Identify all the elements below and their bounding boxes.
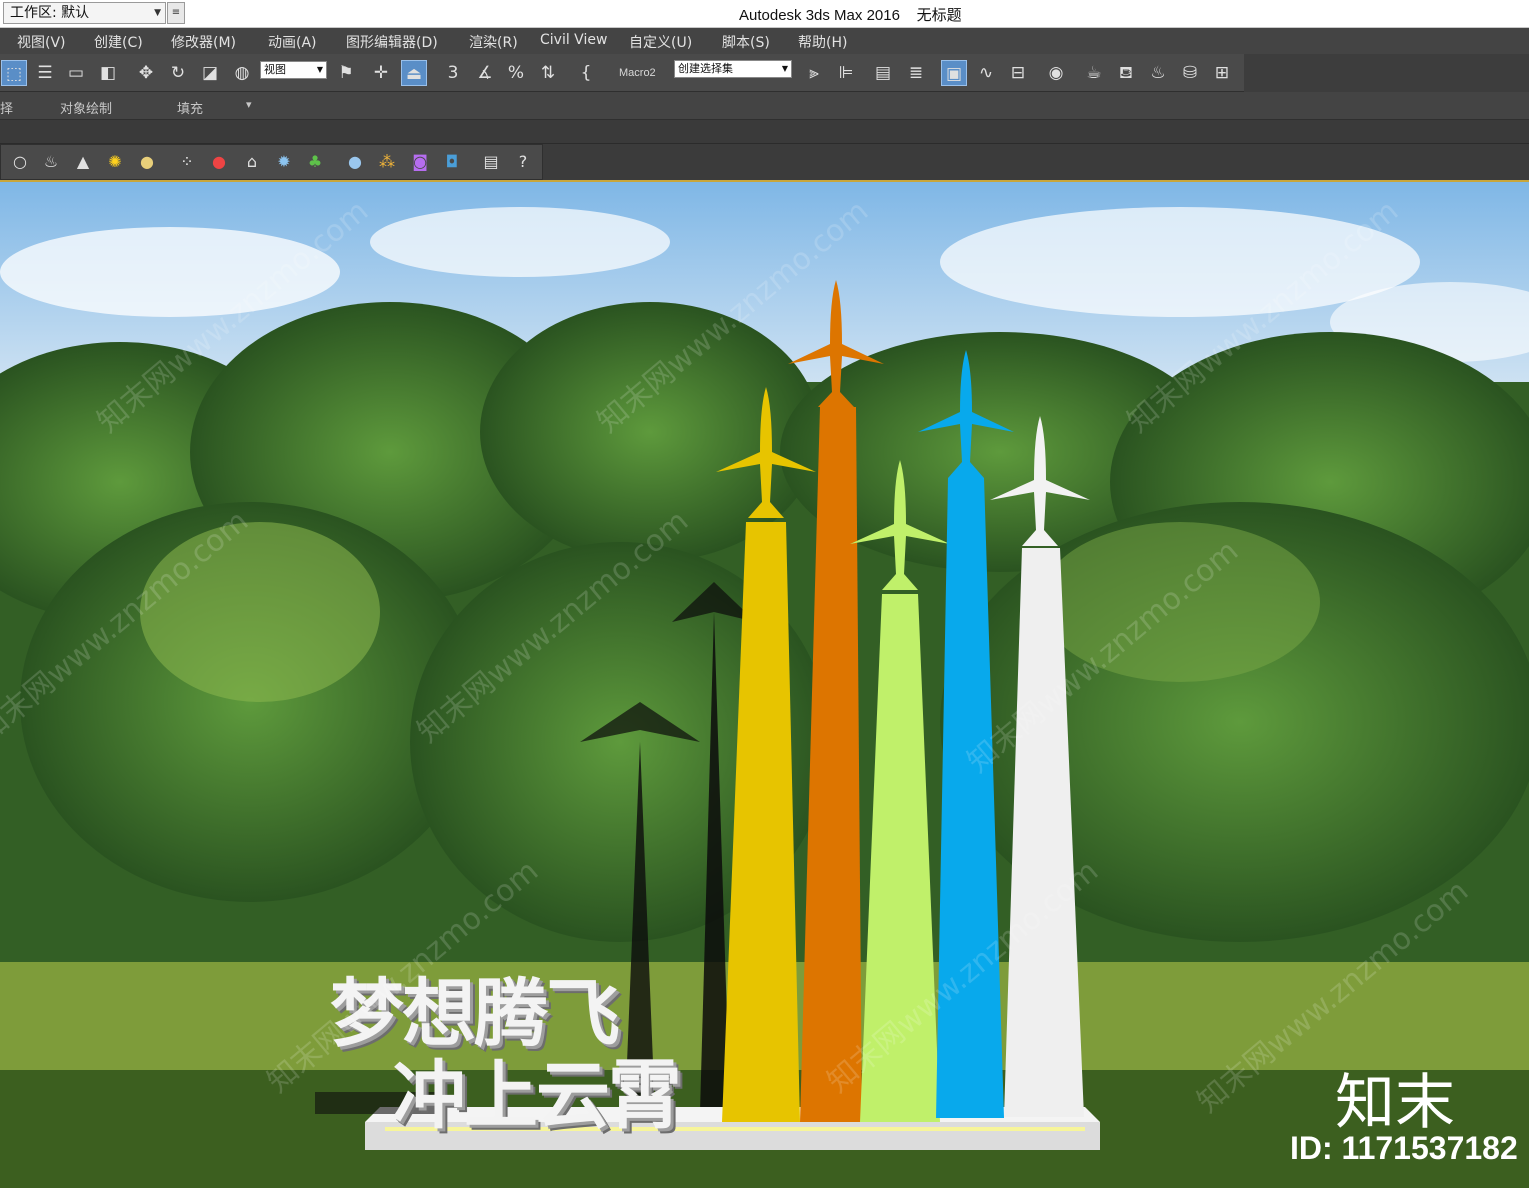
snaps-toggle-icon[interactable]: 3	[440, 60, 466, 86]
ribbon-tab-populate[interactable]: 填充	[177, 98, 203, 117]
render-settings-icon[interactable]: ◙	[408, 150, 432, 174]
menu-modifiers[interactable]: 修改器(M)	[171, 32, 236, 52]
percent-snap-label: %	[507, 63, 525, 83]
named-selection-set-select[interactable]: 创建选择集 ▼	[674, 60, 792, 78]
viewport[interactable]: 梦想腾飞 冲上云霄 知末网www.znzmo.com 知末网www.znzmo.…	[0, 180, 1529, 1188]
secondary-toolbar: ○ ♨ ▲ ✺ ● ⁘ ● ⌂ ✹ ♣ ● ⁂ ◙ ◘ ▤ ?	[0, 144, 543, 180]
particle-system-icon[interactable]: ⁘	[175, 150, 199, 174]
image-id-label: ID: 1171537182	[1290, 1130, 1518, 1166]
chevron-down-icon: ▼	[781, 64, 788, 73]
render-iterative-icon[interactable]: ⛁	[1177, 60, 1203, 86]
menu-bar: 视图(V) 创建(C) 修改器(M) 动画(A) 图形编辑器(D) 渲染(R) …	[0, 28, 1529, 54]
main-toolbar: ⬚ ☰ ▭ ◧ ✥ ↻ ◪ ◍ 视图 ▼ ⚑ ✛ ⏏ 3 ∡ % ⇅ { Mac…	[0, 54, 1244, 92]
window-crossing-icon[interactable]: ◧	[95, 60, 121, 86]
slogan-line-2: 冲上云霄	[392, 1053, 682, 1139]
ribbon: 择 对象绘制 填充 ▾	[0, 92, 1529, 120]
sky-light-icon[interactable]: ●	[135, 150, 159, 174]
reference-coordinate-value: 视图	[264, 63, 286, 76]
menu-view[interactable]: 视图(V)	[17, 32, 66, 52]
gear-icon[interactable]: ✹	[272, 150, 296, 174]
menu-animation[interactable]: 动画(A)	[268, 32, 317, 52]
menu-graph-editors[interactable]: 图形编辑器(D)	[346, 32, 438, 52]
workspace-label: 工作区: 默认	[10, 5, 90, 21]
rotate-icon[interactable]: ↻	[165, 60, 191, 86]
named-selection-set-value: 创建选择集	[678, 62, 733, 75]
grass-icon[interactable]: ♣	[303, 150, 327, 174]
cloud	[370, 207, 670, 277]
cone-icon[interactable]: ▲	[71, 150, 95, 174]
scene-explorer-icon[interactable]: ▤	[870, 60, 896, 86]
material-sphere-icon[interactable]: ●	[343, 150, 367, 174]
menu-customize[interactable]: 自定义(U)	[629, 32, 692, 52]
menu-create[interactable]: 创建(C)	[94, 32, 143, 52]
render-setup-icon[interactable]: ☕	[1081, 60, 1107, 86]
sun-light-icon[interactable]: ✺	[103, 150, 127, 174]
rendered-frame-window-icon[interactable]: ⛾	[1113, 60, 1139, 86]
teapot-icon[interactable]: ♨	[39, 150, 63, 174]
select-by-name-icon[interactable]: ☰	[32, 60, 58, 86]
render-region-icon[interactable]: ◘	[440, 150, 464, 174]
keyboard-shortcut-override-icon[interactable]: ⏏	[401, 60, 427, 86]
edit-named-selection-icon[interactable]: {	[573, 60, 599, 86]
chevron-down-icon: ▼	[154, 8, 161, 18]
title-bar: 工作区: 默认 ▼ ≡ Autodesk 3ds Max 2016 无标题	[0, 0, 1529, 28]
workspace-dropdown[interactable]: 工作区: 默认 ▼	[3, 2, 166, 24]
sphere-icon[interactable]: ○	[8, 150, 32, 174]
select-manipulate-icon[interactable]: ✛	[368, 60, 394, 86]
batch-render-icon[interactable]: ▤	[479, 150, 503, 174]
move-icon[interactable]: ✥	[133, 60, 159, 86]
ribbon-tab-selection[interactable]: 择	[0, 98, 13, 117]
snap-3-label: 3	[447, 63, 459, 83]
align-icon[interactable]: ⊫	[833, 60, 859, 86]
geometry-icon[interactable]: ⌂	[240, 150, 264, 174]
menu-help[interactable]: 帮助(H)	[798, 32, 847, 52]
mirror-icon[interactable]: ⫸	[801, 60, 827, 86]
secondary-toolbar-empty	[543, 144, 1529, 180]
toolbar-empty-area	[1244, 54, 1529, 92]
ribbon-panel-strip	[0, 120, 1529, 144]
ribbon-tab-object-paint[interactable]: 对象绘制	[60, 98, 112, 117]
layer-manager-icon[interactable]: ≣	[903, 60, 929, 86]
window-title: Autodesk 3ds Max 2016 无标题	[739, 7, 962, 24]
select-place-icon[interactable]: ◍	[229, 60, 255, 86]
angle-snap-icon[interactable]: ∡	[472, 60, 498, 86]
macro-label: Macro2	[619, 67, 656, 79]
quick-access-menu-button[interactable]: ≡	[167, 2, 185, 24]
reference-coordinate-select[interactable]: 视图 ▼	[260, 61, 327, 79]
pivot-center-icon[interactable]: ⚑	[333, 60, 359, 86]
chevron-down-icon: ▼	[316, 65, 323, 74]
percent-snap-icon[interactable]: %	[503, 60, 529, 86]
material-editor-icon[interactable]: ◉	[1043, 60, 1069, 86]
scale-icon[interactable]: ◪	[197, 60, 223, 86]
render-a360-icon[interactable]: ⊞	[1209, 60, 1235, 86]
curve-editor-icon[interactable]: ∿	[973, 60, 999, 86]
menu-scripting[interactable]: 脚本(S)	[722, 32, 770, 52]
multi-material-icon[interactable]: ⁂	[375, 150, 399, 174]
toggle-ribbon-icon[interactable]: ▣	[941, 60, 967, 86]
spinner-snap-icon[interactable]: ⇅	[535, 60, 561, 86]
dynamics-icon[interactable]: ●	[207, 150, 231, 174]
brand-logo-text: 知末	[1335, 1068, 1455, 1138]
help-icon[interactable]: ?	[511, 150, 535, 174]
menu-rendering[interactable]: 渲染(R)	[469, 32, 518, 52]
ribbon-options-icon[interactable]: ▾	[246, 98, 252, 111]
select-object-icon[interactable]: ⬚	[1, 60, 27, 86]
rectangular-selection-icon[interactable]: ▭	[63, 60, 89, 86]
menu-civil-view[interactable]: Civil View	[540, 32, 607, 48]
schematic-view-icon[interactable]: ⊟	[1005, 60, 1031, 86]
render-production-icon[interactable]: ♨	[1145, 60, 1171, 86]
